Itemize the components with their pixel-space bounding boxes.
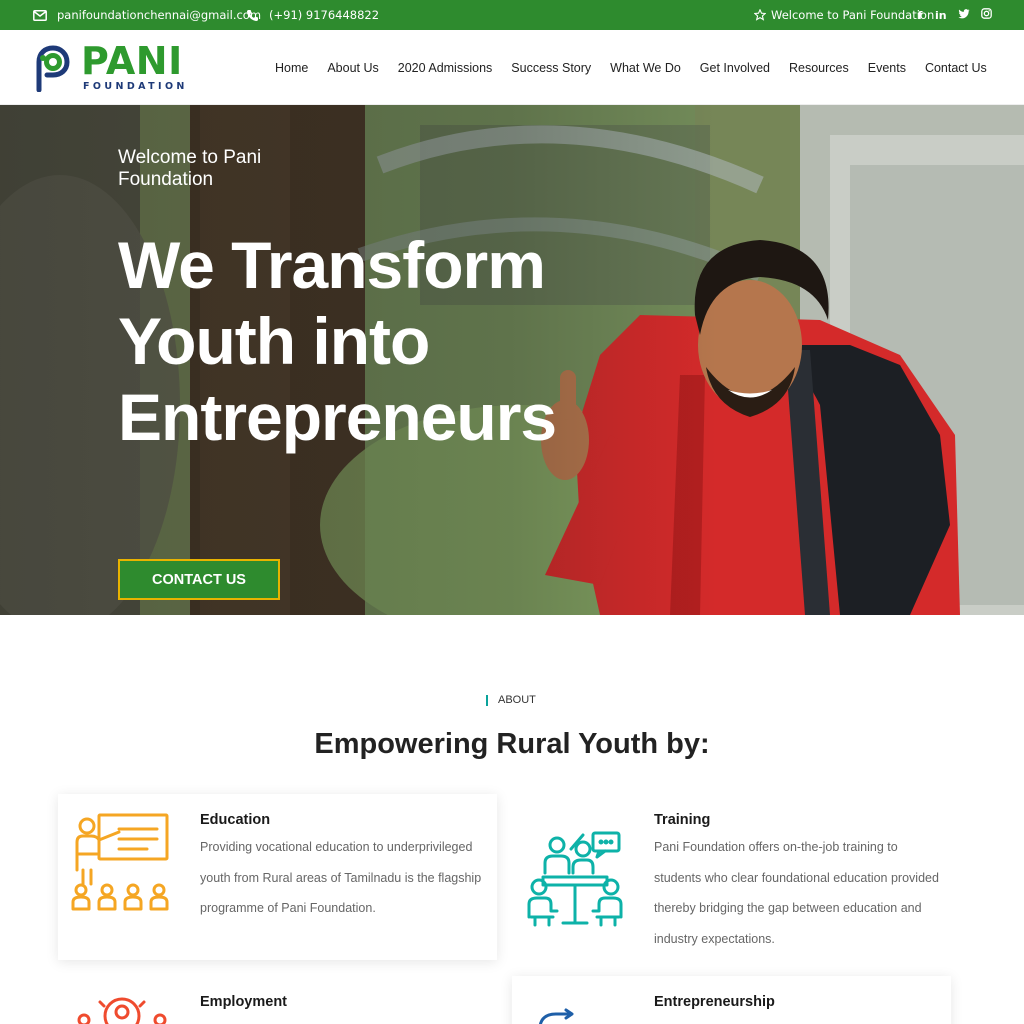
top-bar: panifoundationchennai@gmail.com (+91) 91…: [0, 0, 1024, 30]
logo-mark-icon: [36, 45, 70, 92]
main-navbar: PANI FOUNDATION Home About Us 2020 Admis…: [0, 30, 1024, 105]
card-title: Education: [200, 812, 271, 828]
nav-resources[interactable]: Resources: [789, 61, 849, 75]
phone-text: (+91) 9176448822: [269, 8, 380, 22]
instagram-icon[interactable]: [980, 8, 992, 22]
growth-icon: [538, 1008, 574, 1024]
people-network-icon: [77, 997, 167, 1024]
logo-subtitle: FOUNDATION: [83, 81, 188, 92]
team-meeting-icon: [527, 831, 623, 927]
entrepreneurship-card: Entrepreneurship: [512, 976, 951, 1024]
welcome-message: Welcome to Pani Foundation: [754, 0, 934, 30]
social-links: f in: [916, 0, 992, 30]
facebook-icon[interactable]: f: [916, 9, 924, 22]
about-section-label: ABOUT: [486, 694, 536, 706]
card-title: Entrepreneurship: [654, 994, 775, 1010]
welcome-text: Welcome to Pani Foundation: [771, 8, 935, 22]
employment-card: Employment: [58, 976, 497, 1024]
card-description: Pani Foundation offers on-the-job traini…: [654, 840, 939, 946]
linkedin-icon[interactable]: in: [935, 9, 947, 22]
hero-welcome-text: Welcome to Pani Foundation: [118, 147, 262, 190]
label-accent-bar: [486, 694, 488, 706]
logo-name: PANI: [81, 39, 183, 83]
email-link[interactable]: panifoundationchennai@gmail.com: [33, 0, 261, 30]
card-description: Providing vocational education to underp…: [200, 840, 482, 915]
phone-link[interactable]: (+91) 9176448822: [246, 0, 379, 30]
contact-us-button[interactable]: CONTACT US: [118, 559, 280, 600]
nav-events[interactable]: Events: [868, 61, 906, 75]
email-text: panifoundationchennai@gmail.com: [57, 8, 262, 22]
training-card: Training Pani Foundation offers on-the-j…: [512, 794, 951, 960]
nav-get-involved[interactable]: Get Involved: [700, 61, 770, 75]
education-card: Education Providing vocational education…: [58, 794, 497, 960]
envelope-icon: [33, 9, 47, 21]
card-title: Employment: [200, 994, 288, 1010]
nav-2020-admissions[interactable]: 2020 Admissions: [398, 61, 493, 75]
nav-what-we-do[interactable]: What We Do: [610, 61, 681, 75]
card-title: Training: [654, 812, 711, 828]
teacher-classroom-icon: [71, 813, 169, 911]
pani-logo[interactable]: PANI FOUNDATION: [33, 39, 193, 92]
nav-contact-us[interactable]: Contact Us: [925, 61, 987, 75]
nav-home[interactable]: Home: [275, 61, 308, 75]
twitter-icon[interactable]: [958, 8, 970, 22]
star-icon: [754, 9, 766, 21]
hero-headline: We Transform Youth into Entrepreneurs: [118, 228, 557, 454]
hero-banner: Welcome to Pani Foundation We Transform …: [0, 105, 1024, 615]
main-menu: Home About Us 2020 Admissions Success St…: [275, 30, 987, 105]
about-label-text: ABOUT: [498, 694, 536, 706]
phone-icon: [247, 9, 258, 21]
nav-about-us[interactable]: About Us: [327, 61, 378, 75]
nav-success-story[interactable]: Success Story: [511, 61, 591, 75]
about-section-title: Empowering Rural Youth by:: [314, 728, 710, 760]
